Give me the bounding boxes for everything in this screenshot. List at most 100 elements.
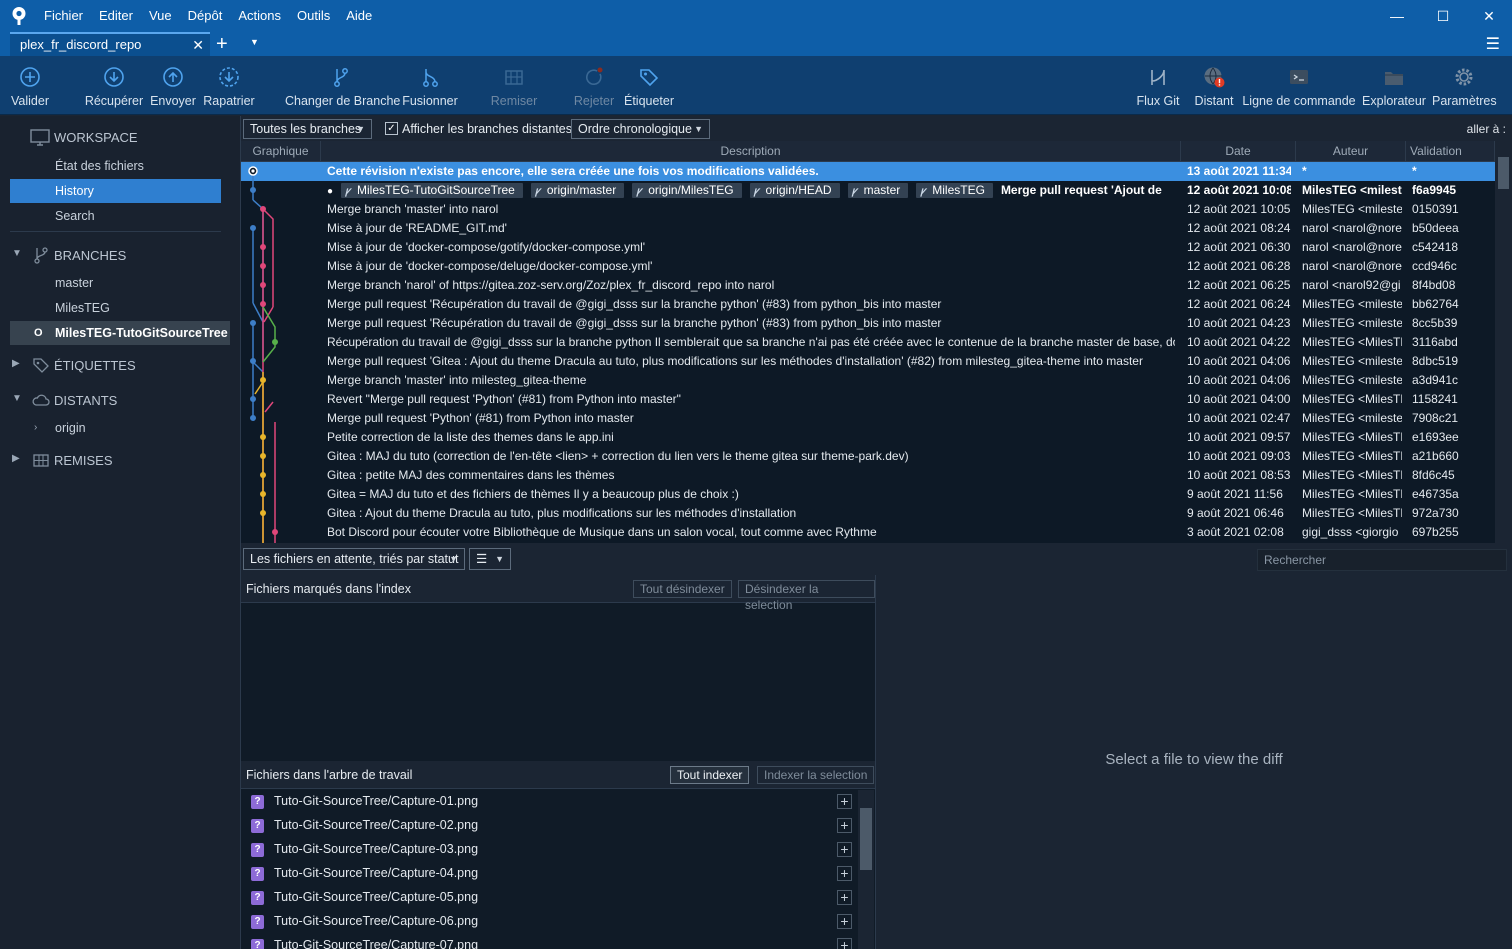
commit-list-scrollbar[interactable] <box>1495 141 1512 543</box>
column-hash[interactable]: Validation <box>1406 141 1495 161</box>
scrollbar-thumb[interactable] <box>860 808 872 870</box>
checkout-branch-button[interactable]: Changer de Branche <box>285 56 400 115</box>
tags-header[interactable]: ▶ ÉTIQUETTES <box>0 352 240 378</box>
commit-row[interactable]: Merge branch 'narol' of https://gitea.zo… <box>241 276 1495 295</box>
hamburger-menu-icon[interactable]: ☰ <box>1486 34 1500 54</box>
uncommitted-changes-row[interactable]: Cette révision n'existe pas encore, elle… <box>241 162 1495 181</box>
search-input[interactable]: Rechercher <box>1257 549 1507 571</box>
stage-all-button[interactable]: Tout indexer <box>670 766 750 784</box>
file-row[interactable]: ? Tuto-Git-SourceTree/Capture-06.png + <box>241 910 857 934</box>
stage-file-button[interactable]: + <box>837 914 852 929</box>
commit-row[interactable]: Gitea : petite MAJ des commentaires dans… <box>241 466 1495 485</box>
discard-button[interactable]: Rejeter <box>572 56 616 115</box>
tab-list-dropdown[interactable]: ▼ <box>250 37 259 47</box>
git-flow-button[interactable]: Flux Git <box>1134 56 1182 115</box>
sidebar-item-file-status[interactable]: État des fichiers <box>10 154 221 178</box>
view-mode-dropdown[interactable]: ☰ ▼ <box>469 548 511 570</box>
branches-header[interactable]: ▼ BRANCHES <box>0 242 240 268</box>
commit-row[interactable]: Merge branch 'master' into narol 12 août … <box>241 200 1495 219</box>
file-row[interactable]: ? Tuto-Git-SourceTree/Capture-01.png + <box>241 790 857 814</box>
file-row[interactable]: ? Tuto-Git-SourceTree/Capture-04.png + <box>241 862 857 886</box>
stage-file-button[interactable]: + <box>837 842 852 857</box>
file-row[interactable]: ? Tuto-Git-SourceTree/Capture-02.png + <box>241 814 857 838</box>
commit-row[interactable]: Merge branch 'master' into milesteg_gite… <box>241 371 1495 390</box>
pending-files-dropdown[interactable]: Les fichiers en attente, triés par statu… <box>243 548 465 570</box>
stage-selection-button[interactable]: Indexer la selection <box>757 766 875 784</box>
sidebar-remote-origin[interactable]: › origin <box>10 416 221 440</box>
fetch-button[interactable]: Récupérer <box>84 56 144 115</box>
tab-repository[interactable]: plex_fr_discord_repo ✕ <box>10 32 210 56</box>
stage-file-button[interactable]: + <box>837 794 852 809</box>
show-remote-branches-label[interactable]: Afficher les branches distantes <box>402 122 572 136</box>
scrollbar-thumb[interactable] <box>1498 157 1509 189</box>
commit-row[interactable]: Gitea : Ajout du theme Dracula au tuto, … <box>241 504 1495 523</box>
settings-button[interactable]: Paramètres <box>1432 56 1497 115</box>
stage-file-button[interactable]: + <box>837 890 852 905</box>
file-row[interactable]: ? Tuto-Git-SourceTree/Capture-07.png + <box>241 934 857 949</box>
stage-file-button[interactable]: + <box>837 866 852 881</box>
column-date[interactable]: Date <box>1181 141 1296 161</box>
remote-button[interactable]: Distant <box>1190 56 1238 115</box>
chevron-right-icon[interactable]: ▶ <box>12 453 20 464</box>
commit-row[interactable]: Merge pull request 'Gitea : Ajout du the… <box>241 352 1495 371</box>
remotes-header[interactable]: ▼ DISTANTS <box>0 387 240 413</box>
stage-file-button[interactable]: + <box>837 938 852 949</box>
column-description[interactable]: Description <box>321 141 1181 161</box>
stashes-header[interactable]: ▶ REMISES <box>0 447 240 473</box>
sidebar-branch-milesteg[interactable]: MilesTEG <box>10 296 221 320</box>
unstage-selection-button[interactable]: Désindexer la selection <box>738 580 875 612</box>
sidebar-item-search[interactable]: Search <box>10 204 221 228</box>
commit-row[interactable]: Petite correction de la liste des themes… <box>241 428 1495 447</box>
head-commit-row[interactable]: ● ꝩ MilesTEG-TutoGitSourceTree ꝩ origin/mast… <box>241 181 1495 200</box>
menu-tools[interactable]: Outils <box>297 0 330 32</box>
commit-row[interactable]: Mise à jour de 'docker-compose/gotify/do… <box>241 238 1495 257</box>
file-row[interactable]: ? Tuto-Git-SourceTree/Capture-03.png + <box>241 838 857 862</box>
commit-row[interactable]: Mise à jour de 'README_GIT.md' 12 août 20… <box>241 219 1495 238</box>
tab-close-icon[interactable]: ✕ <box>192 37 204 54</box>
commit-row[interactable]: Récupération du travail de @gigi_dsss su… <box>241 333 1495 352</box>
commit-row[interactable]: Merge pull request 'Python' (#81) from P… <box>241 409 1495 428</box>
menu-file[interactable]: Fichier <box>44 0 83 32</box>
show-remote-branches-checkbox[interactable]: ✓ <box>385 122 398 135</box>
close-window-button[interactable]: ✕ <box>1466 0 1512 32</box>
commit-row[interactable]: Revert "Merge pull request 'Python' (#81… <box>241 390 1495 409</box>
minimize-button[interactable]: — <box>1374 0 1420 32</box>
push-button[interactable]: Envoyer <box>150 56 196 115</box>
commit-button[interactable]: Valider <box>8 56 52 115</box>
commit-row[interactable]: Merge pull request 'Récupération du trav… <box>241 295 1495 314</box>
terminal-button[interactable]: Ligne de commande <box>1242 56 1356 115</box>
commit-row[interactable]: Merge pull request 'Récupération du trav… <box>241 314 1495 333</box>
commit-row[interactable]: Gitea : MAJ du tuto (correction de l'en-… <box>241 447 1495 466</box>
stash-button[interactable]: Remiser <box>490 56 538 115</box>
file-list-scrollbar[interactable] <box>858 790 874 949</box>
menu-edit[interactable]: Editer <box>99 0 133 32</box>
menu-help[interactable]: Aide <box>346 0 372 32</box>
tag-button[interactable]: Étiqueter <box>622 56 676 115</box>
explorer-button[interactable]: Explorateur <box>1360 56 1428 115</box>
menu-view[interactable]: Vue <box>149 0 172 32</box>
sidebar-item-history[interactable]: History <box>10 179 221 203</box>
commit-row[interactable]: Bot Discord pour écouter votre Bibliothè… <box>241 523 1495 542</box>
menu-repository[interactable]: Dépôt <box>188 0 223 32</box>
new-tab-button[interactable]: + <box>216 33 228 55</box>
stage-file-button[interactable]: + <box>837 818 852 833</box>
branch-filter-dropdown[interactable]: Toutes les branches ▼ <box>243 119 372 139</box>
chevron-right-icon[interactable]: ▶ <box>12 358 20 369</box>
chevron-right-icon[interactable]: › <box>34 416 37 440</box>
unstage-all-button[interactable]: Tout désindexer <box>633 580 732 598</box>
sort-order-dropdown[interactable]: Ordre chronologique ▼ <box>571 119 710 139</box>
column-author[interactable]: Auteur <box>1296 141 1406 161</box>
sidebar-branch-master[interactable]: master <box>10 271 221 295</box>
commit-row[interactable]: Mise à jour de 'docker-compose/deluge/do… <box>241 257 1495 276</box>
commit-history-list[interactable]: Cette révision n'existe pas encore, elle… <box>241 162 1495 543</box>
sidebar-branch-current[interactable]: O MilesTEG-TutoGitSourceTree <box>10 321 230 345</box>
column-graph[interactable]: Graphique <box>241 141 321 161</box>
commit-row[interactable]: Gitea = MAJ du tuto et des fichiers de t… <box>241 485 1495 504</box>
file-row[interactable]: ? Tuto-Git-SourceTree/Capture-05.png + <box>241 886 857 910</box>
pull-button[interactable]: Rapatrier <box>203 56 255 115</box>
workspace-header[interactable]: WORKSPACE <box>0 124 240 150</box>
menu-actions[interactable]: Actions <box>238 0 281 32</box>
chevron-down-icon[interactable]: ▼ <box>12 393 22 404</box>
chevron-down-icon[interactable]: ▼ <box>12 248 22 259</box>
maximize-button[interactable]: ☐ <box>1420 0 1466 32</box>
